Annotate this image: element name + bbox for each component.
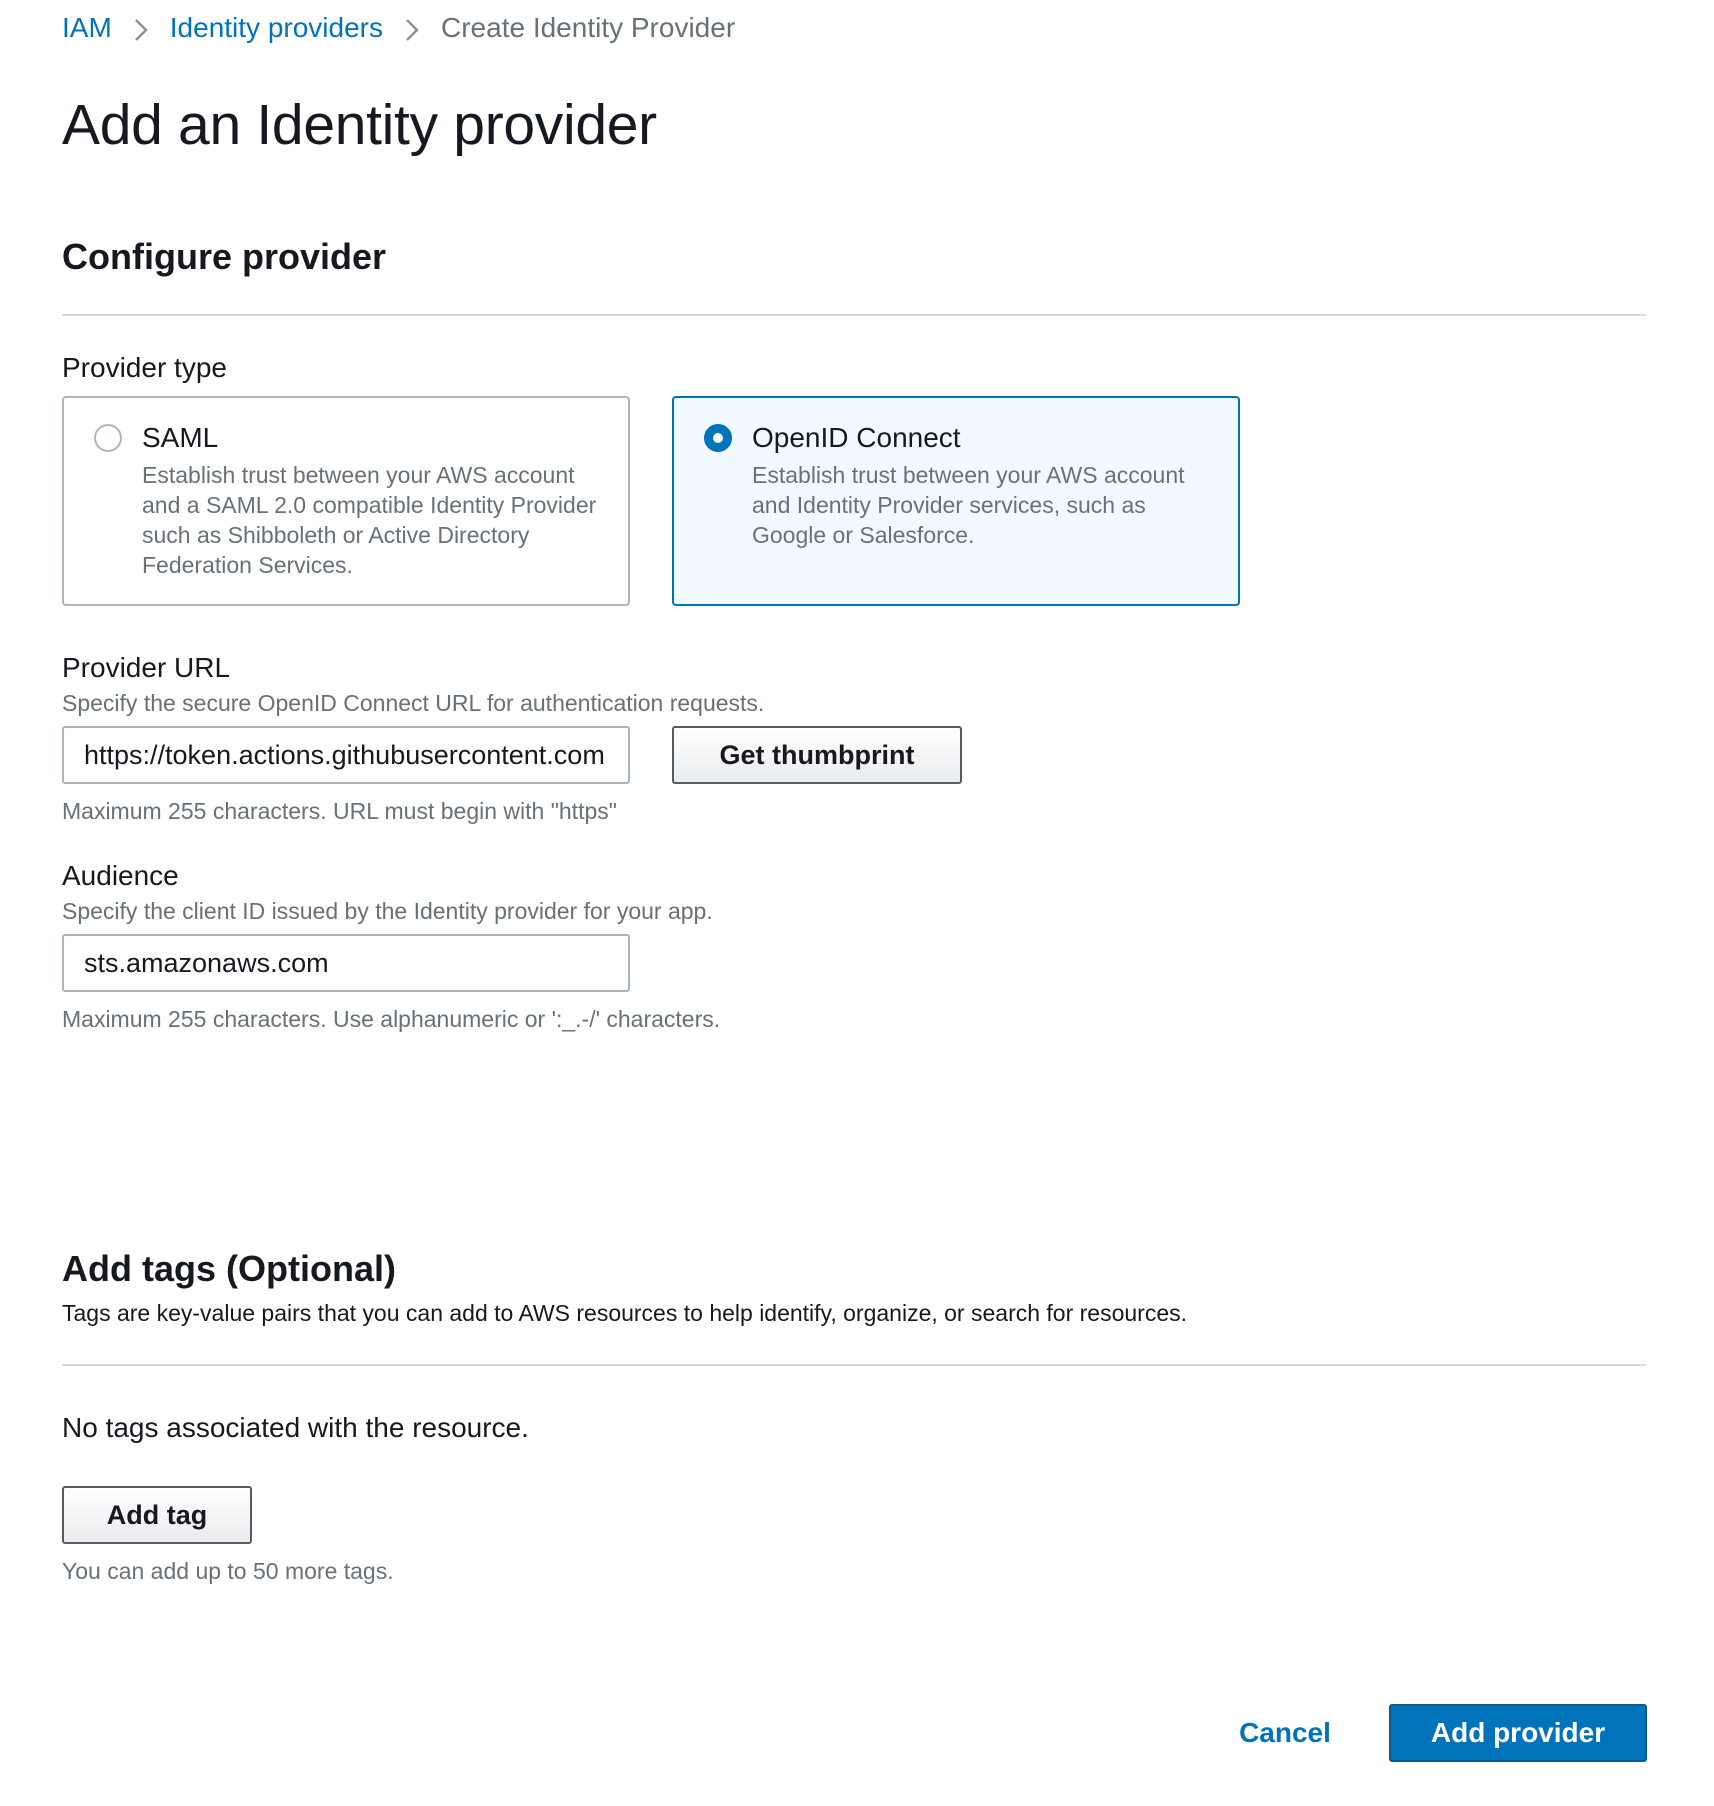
- audience-label: Audience: [62, 860, 179, 891]
- openid-description: Establish trust between your AWS account…: [752, 462, 1185, 548]
- audience-hint: Maximum 255 characters. Use alphanumeric…: [62, 1006, 721, 1032]
- audience-description: Specify the client ID issued by the Iden…: [62, 898, 713, 924]
- openid-title: OpenID Connect: [752, 422, 961, 453]
- add-tag-button[interactable]: Add tag: [62, 1486, 252, 1544]
- tags-description: Tags are key-value pairs that you can ad…: [62, 1300, 1188, 1326]
- provider-url-input[interactable]: [62, 726, 630, 784]
- provider-url-label: Provider URL: [62, 652, 231, 683]
- breadcrumb: IAM Identity providers Create Identity P…: [62, 12, 735, 44]
- section-divider: [62, 1364, 1646, 1366]
- tags-limit-hint: You can add up to 50 more tags.: [62, 1558, 394, 1584]
- provider-type-openid-tile[interactable]: OpenID Connect Establish trust between y…: [672, 396, 1240, 606]
- cancel-button[interactable]: Cancel: [1220, 1704, 1350, 1762]
- breadcrumb-identity-providers[interactable]: Identity providers: [170, 12, 383, 44]
- breadcrumb-iam[interactable]: IAM: [62, 12, 112, 44]
- provider-type-label: Provider type: [62, 352, 227, 383]
- provider-url-hint: Maximum 255 characters. URL must begin w…: [62, 798, 617, 824]
- saml-title: SAML: [142, 422, 219, 453]
- add-tags-heading: Add tags (Optional): [62, 1248, 396, 1289]
- get-thumbprint-button[interactable]: Get thumbprint: [672, 726, 962, 784]
- section-divider: [62, 314, 1646, 316]
- create-identity-provider-page: IAM Identity providers Create Identity P…: [0, 0, 1714, 1806]
- chevron-right-icon: [112, 12, 170, 44]
- audience-input[interactable]: [62, 934, 630, 992]
- saml-description: Establish trust between your AWS account…: [142, 462, 597, 578]
- provider-type-saml-tile[interactable]: SAML Establish trust between your AWS ac…: [62, 396, 630, 606]
- page-title: Add an Identity provider: [62, 93, 657, 157]
- saml-radio[interactable]: [94, 424, 122, 452]
- openid-radio[interactable]: [704, 424, 732, 452]
- no-tags-text: No tags associated with the resource.: [62, 1412, 529, 1443]
- chevron-right-icon: [383, 12, 441, 44]
- add-provider-button[interactable]: Add provider: [1389, 1704, 1647, 1762]
- provider-url-description: Specify the secure OpenID Connect URL fo…: [62, 690, 765, 716]
- configure-provider-heading: Configure provider: [62, 236, 387, 277]
- breadcrumb-current: Create Identity Provider: [441, 12, 736, 43]
